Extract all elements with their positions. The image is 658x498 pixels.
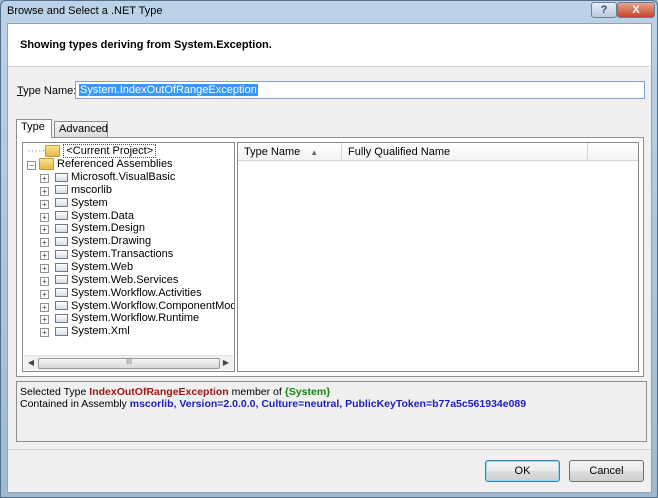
window-title: Browse and Select a .NET Type — [7, 5, 163, 17]
containing-assembly-line: Contained in Assembly mscorlib, Version=… — [20, 398, 643, 410]
tree-item-assembly[interactable]: + System.Transactions — [40, 248, 173, 261]
ok-button[interactable]: OK — [485, 460, 560, 482]
expand-icon[interactable]: + — [40, 238, 49, 248]
assembly-icon — [55, 301, 68, 311]
selected-type-namespace: {System} — [284, 386, 331, 398]
column-header-label: Type Name — [244, 146, 301, 158]
tree-item-current-project[interactable]: ····· <Current Project> — [27, 144, 157, 158]
assembly-tree[interactable]: ····· <Current Project> − Referenced Asse… — [22, 142, 235, 372]
tree-item-label: System.Transactions — [71, 248, 174, 261]
tree-item-label: System.Workflow.Activities — [71, 286, 202, 299]
info-label: member of — [228, 386, 285, 398]
tree-item-assembly[interactable]: + System.Web.Services — [40, 274, 178, 287]
expand-icon[interactable]: + — [40, 186, 49, 196]
column-header-label: Fully Qualified Name — [348, 146, 451, 158]
type-name-label: Type Name: — [17, 85, 76, 97]
selection-info-panel: Selected Type IndexOutOfRangeException m… — [16, 381, 647, 442]
tree-item-assembly[interactable]: + mscorlib — [40, 184, 112, 197]
tree-item-label: System.Xml — [71, 325, 130, 338]
assembly-icon — [55, 275, 68, 285]
tree-item-assembly[interactable]: + System.Workflow.ComponentModel — [40, 299, 235, 313]
assembly-icon — [55, 185, 68, 195]
assembly-icon — [55, 223, 68, 233]
assembly-icon — [55, 313, 68, 323]
expand-icon[interactable]: + — [40, 251, 49, 261]
assembly-icon — [55, 288, 68, 298]
tree-item-label: System.Workflow.ComponentModel — [71, 299, 235, 312]
selected-type-line: Selected Type IndexOutOfRangeException m… — [20, 386, 643, 398]
tree-item-assembly[interactable]: + System.Workflow.Runtime — [40, 312, 199, 325]
type-list[interactable]: Type Name ▲ Fully Qualified Name — [237, 142, 639, 372]
column-header-filler — [588, 143, 638, 161]
expand-icon[interactable]: + — [40, 276, 49, 286]
expand-icon[interactable]: + — [40, 328, 49, 338]
expand-icon[interactable]: + — [40, 302, 49, 312]
assembly-icon — [55, 198, 68, 208]
scroll-thumb[interactable]: III — [38, 358, 220, 369]
close-button[interactable]: X — [617, 2, 655, 18]
column-header-fully-qualified-name[interactable]: Fully Qualified Name — [342, 143, 588, 161]
tree-item-assembly[interactable]: + System — [40, 197, 108, 210]
tree-item-label: System.Web — [71, 260, 134, 273]
header-band: Showing types deriving from System.Excep… — [8, 24, 651, 67]
dialog-window: Browse and Select a .NET Type ? X Showin… — [0, 0, 658, 498]
tree-item-label: System.Web.Services — [71, 273, 179, 286]
collapse-icon[interactable]: − — [27, 161, 36, 170]
help-button[interactable]: ? — [591, 2, 617, 18]
tab-type[interactable]: Type — [16, 119, 52, 138]
assembly-icon — [55, 249, 68, 259]
tree-item-label: System — [71, 196, 108, 209]
sort-ascending-icon: ▲ — [310, 148, 319, 157]
assembly-icon — [55, 236, 68, 246]
tree-item-label: System.Drawing — [71, 235, 152, 248]
assembly-icon — [55, 211, 68, 221]
tree-item-label: Referenced Assemblies — [57, 158, 173, 170]
info-label: Selected Type — [20, 386, 90, 398]
containing-assembly-name: mscorlib, Version=2.0.0.0, Culture=neutr… — [129, 398, 527, 410]
expand-icon[interactable]: + — [40, 199, 49, 209]
tree-item-assembly[interactable]: + System.Drawing — [40, 235, 151, 248]
references-folder-icon — [39, 158, 54, 171]
type-name-value: System.IndexOutOfRangeException — [79, 84, 258, 96]
tree-horizontal-scrollbar[interactable]: ◀ III ▶ — [24, 355, 233, 370]
tree-item-label: <Current Project> — [63, 144, 157, 158]
tree-item-label: System.Workflow.Runtime — [71, 312, 200, 325]
tree-item-label: mscorlib — [71, 183, 112, 196]
info-label: Contained in Assembly — [20, 398, 130, 410]
type-name-input[interactable]: System.IndexOutOfRangeException — [75, 81, 645, 99]
expand-icon[interactable]: + — [40, 289, 49, 299]
project-icon — [45, 145, 61, 158]
expand-icon[interactable]: + — [40, 174, 49, 183]
tree-item-assembly[interactable]: + System.Design — [40, 222, 145, 235]
header-text: Showing types deriving from System.Excep… — [20, 39, 272, 51]
tree-item-referenced-assemblies[interactable]: − Referenced Assemblies — [27, 158, 173, 171]
tree-item-label: System.Data — [71, 209, 134, 222]
tab-advanced[interactable]: Advanced — [54, 121, 108, 137]
column-header-type-name[interactable]: Type Name ▲ — [238, 143, 342, 161]
assembly-icon — [55, 262, 68, 272]
tree-item-assembly[interactable]: + Microsoft.VisualBasic — [40, 171, 175, 184]
type-name-label-rest: ype Name: — [23, 85, 77, 97]
expand-icon[interactable]: + — [40, 315, 49, 325]
footer-separator — [8, 449, 651, 450]
tree-item-label: Microsoft.VisualBasic — [71, 171, 176, 183]
expand-icon[interactable]: + — [40, 263, 49, 273]
assembly-icon — [55, 326, 68, 336]
tree-item-label: System.Design — [71, 222, 145, 235]
scroll-left-icon[interactable]: ◀ — [26, 358, 36, 368]
tree-item-assembly[interactable]: + System.Web — [40, 261, 133, 274]
assembly-icon — [55, 172, 68, 182]
type-tab-panel: ····· <Current Project> − Referenced Asse… — [16, 137, 644, 377]
dialog-client: Showing types deriving from System.Excep… — [7, 23, 652, 493]
tree-item-assembly[interactable]: + System.Xml — [40, 325, 130, 338]
cancel-button[interactable]: Cancel — [569, 460, 644, 482]
selected-type-name: IndexOutOfRangeException — [89, 386, 229, 398]
scroll-right-icon[interactable]: ▶ — [221, 358, 231, 368]
tree-item-assembly[interactable]: + System.Data — [40, 210, 134, 223]
expand-icon[interactable]: + — [40, 212, 49, 222]
title-bar[interactable]: Browse and Select a .NET Type ? X — [1, 1, 657, 23]
tree-item-assembly[interactable]: + System.Workflow.Activities — [40, 287, 202, 300]
expand-icon[interactable]: + — [40, 225, 49, 235]
